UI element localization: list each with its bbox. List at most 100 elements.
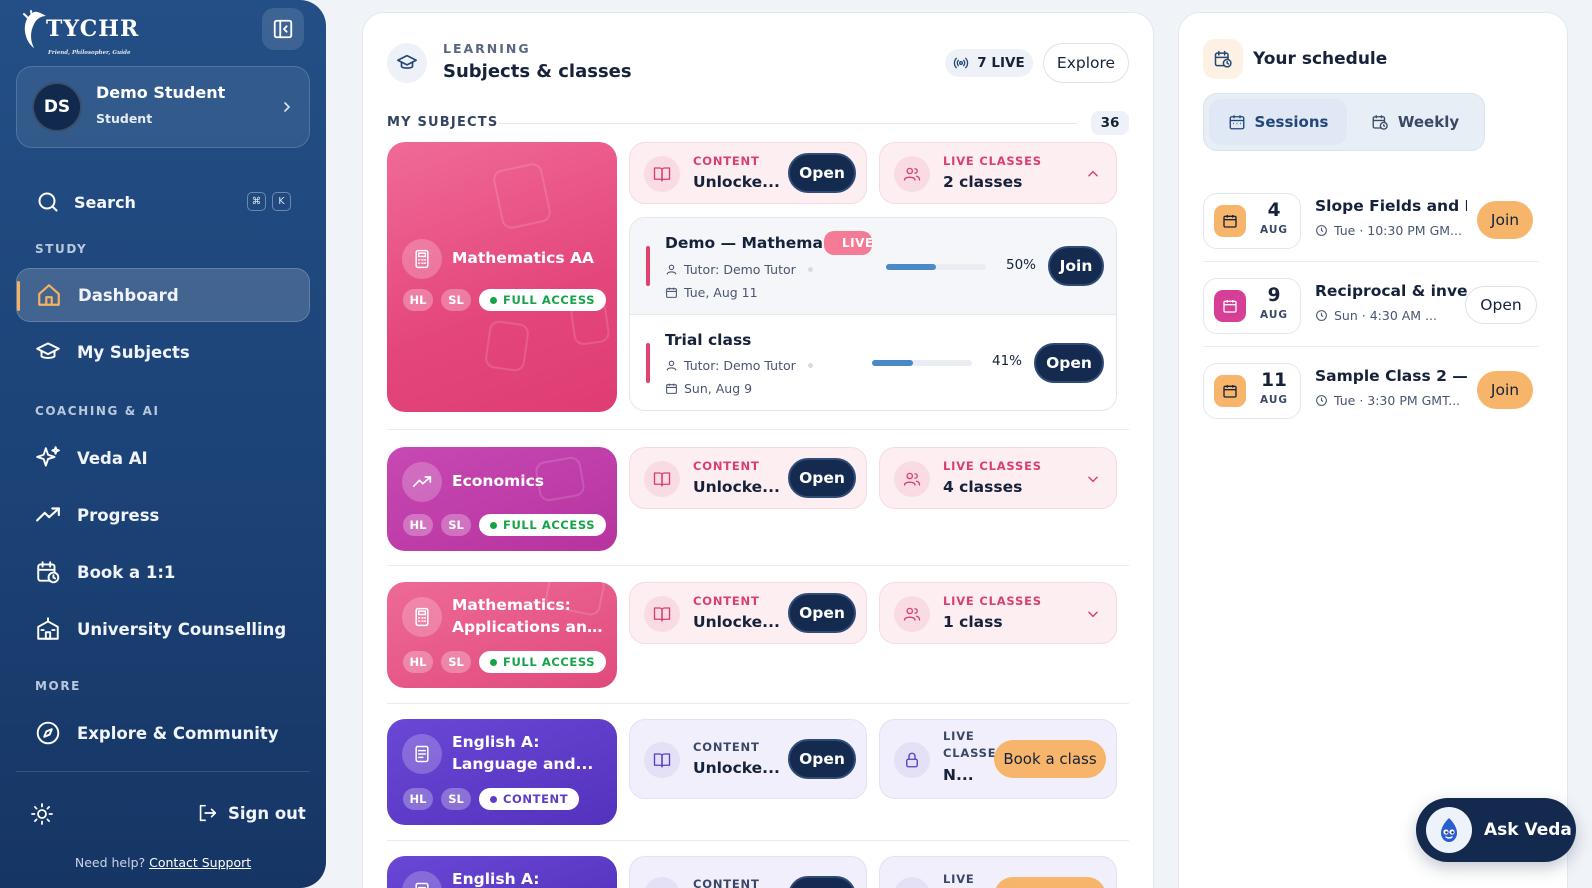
live-icon-wrap [894, 877, 930, 888]
calculator-icon [415, 249, 429, 269]
clock-icon [1316, 395, 1327, 406]
content-label: CONTENT [693, 594, 760, 608]
live-classes-card[interactable]: LIVE CLASSES 2 classes [879, 142, 1117, 204]
content-card: CONTENT Unlocke... Open [629, 582, 867, 644]
time-text: Tue · 10:30 PM GM... [1334, 223, 1462, 238]
subject-card[interactable]: Economics HL SL FULL ACCESS [387, 447, 617, 551]
status-dot [490, 296, 497, 304]
sidebar-item-university-counselling[interactable]: University Counselling [16, 602, 310, 656]
tychr-logo[interactable]: TYCHR Friend, Philosopher, Guide [20, 8, 140, 56]
content-value: Unlocke... [693, 478, 780, 496]
tab-sessions[interactable]: Sessions [1209, 99, 1347, 145]
explore-button[interactable]: Explore [1043, 43, 1129, 83]
book-a-class-button[interactable] [994, 877, 1106, 888]
divider [387, 840, 1129, 841]
sidebar-divider [16, 771, 310, 772]
schedule-view-toggle: Sessions Weekly [1203, 93, 1485, 151]
access-badge: FULL ACCESS [479, 651, 607, 673]
subject-card[interactable]: Mathematics AA HL SL FULL ACCESS [387, 142, 617, 412]
subject-icon [402, 462, 442, 502]
subject-card[interactable]: English A: [387, 856, 617, 888]
schedule-item[interactable]: 11 AUG Sample Class 2 — N Tue · 3:30 PM … [1203, 353, 1539, 427]
open-button[interactable]: Open [1465, 286, 1537, 324]
schedule-item[interactable]: 4 AUG Slope Fields and Eu Tue · 10:30 PM… [1203, 183, 1539, 257]
sidebar-search[interactable]: Search ⌘ K [36, 188, 298, 216]
graduation-cap-icon [36, 342, 60, 359]
chevron-up-icon[interactable] [1086, 167, 1100, 181]
date-day: 11 [1261, 370, 1287, 391]
subject-tags: HL SL FULL ACCESS [403, 514, 614, 536]
document-icon [415, 745, 429, 763]
section-label-more: MORE [35, 679, 81, 693]
live-classes-label: LIVE CLASSES [943, 154, 1042, 168]
chevron-down-icon[interactable] [1086, 472, 1100, 486]
schedule-item-title: Reciprocal & inve [1315, 282, 1467, 300]
open-session-button[interactable]: Open [1034, 343, 1104, 383]
join-button[interactable]: Join [1477, 201, 1533, 239]
open-content-button[interactable]: Open [788, 739, 856, 779]
profile-card[interactable]: DS Demo Student Student [16, 66, 310, 148]
live-count-badge[interactable]: 7 LIVE [945, 49, 1033, 77]
content-icon-wrap [644, 156, 680, 192]
veda-mascot-icon [1441, 818, 1457, 842]
sidebar-item-dashboard[interactable]: Dashboard [16, 268, 310, 322]
sessions-list: Demo — Mathema... LIVE Tutor: Demo Tutor… [629, 217, 1117, 411]
session-row[interactable]: Trial class Tutor: Demo Tutor Sun, Aug 9… [630, 315, 1116, 410]
tab-weekly[interactable]: Weekly [1349, 99, 1481, 145]
content-card: CONTENT Unlocke... Open [629, 447, 867, 509]
session-title: Demo — Mathema... [665, 234, 841, 252]
sidebar-item-book[interactable]: Book a 1:1 [16, 545, 310, 599]
collapse-sidebar-button[interactable] [262, 8, 304, 50]
ask-veda-button[interactable]: Ask Veda [1416, 798, 1576, 862]
live-classes-card: LIVE CLASSE N... Book a class [879, 719, 1117, 799]
open-content-button[interactable]: Open [788, 593, 856, 633]
session-row[interactable]: Demo — Mathema... LIVE Tutor: Demo Tutor… [630, 218, 1116, 314]
sign-out-button[interactable]: Sign out [196, 802, 306, 824]
subject-name: Economics [452, 472, 544, 490]
chevron-right-icon [284, 102, 291, 112]
schedule-title: Your schedule [1253, 49, 1388, 69]
subject-card[interactable]: English A: Language and... HL SL CONTENT [387, 719, 617, 825]
tab-sessions-label: Sessions [1254, 113, 1329, 131]
sidebar-item-veda-ai[interactable]: Veda AI [16, 431, 310, 485]
status-dot [490, 521, 497, 529]
open-content-button[interactable]: Open [788, 458, 856, 498]
subject-icon [402, 597, 442, 637]
my-subjects-heading: MY SUBJECTS [387, 115, 499, 130]
content-card: CONTENT Unlocke... Open [629, 719, 867, 799]
schedule-item[interactable]: 9 AUG Reciprocal & inve Sun · 4:30 AM ..… [1203, 268, 1539, 342]
join-session-button[interactable]: Join [1048, 246, 1104, 286]
subject-card[interactable]: Mathematics: Applications an... HL SL FU… [387, 582, 617, 688]
subject-row: Mathematics: Applications an... HL SL FU… [387, 582, 1129, 688]
sidebar-item-progress[interactable]: Progress [16, 488, 310, 542]
access-label: CONTENT [503, 792, 569, 806]
live-classes-card[interactable]: LIVE CLASSES 4 classes [879, 447, 1117, 509]
sun-icon[interactable] [30, 802, 54, 826]
access-badge: FULL ACCESS [479, 514, 607, 536]
calendar-badge [1214, 290, 1246, 322]
live-classes-value: 2 classes [943, 173, 1023, 191]
users-icon [903, 607, 921, 621]
decoration [491, 161, 553, 231]
live-classes-card[interactable]: LIVE CLASSES 1 class [879, 582, 1117, 644]
progress-bar [886, 264, 986, 270]
date-day: 4 [1267, 200, 1281, 221]
sidebar-item-my-subjects[interactable]: My Subjects [16, 325, 310, 379]
open-content-button[interactable]: Open [788, 153, 856, 193]
subjects-count-badge: 36 [1091, 111, 1129, 135]
open-content-button[interactable] [788, 876, 856, 888]
sidebar-item-explore-community[interactable]: Explore & Community [16, 706, 310, 760]
level-tag-hl: HL [403, 514, 433, 536]
book-a-class-button[interactable]: Book a class [994, 740, 1106, 778]
progress-fill [886, 264, 936, 270]
join-button[interactable]: Join [1477, 371, 1533, 409]
calendar-badge [1214, 375, 1246, 407]
veda-avatar [1426, 807, 1472, 853]
schedule-item-time: Tue · 3:30 PM GMT... [1315, 393, 1460, 408]
logo-wordmark: TYCHR [46, 16, 140, 42]
chevron-down-icon[interactable] [1086, 607, 1100, 621]
content-icon-wrap [644, 461, 680, 497]
live-classes-label: LIVE [943, 872, 975, 886]
live-classes-value: N... [943, 766, 974, 784]
contact-support-link[interactable]: Contact Support [149, 855, 251, 870]
